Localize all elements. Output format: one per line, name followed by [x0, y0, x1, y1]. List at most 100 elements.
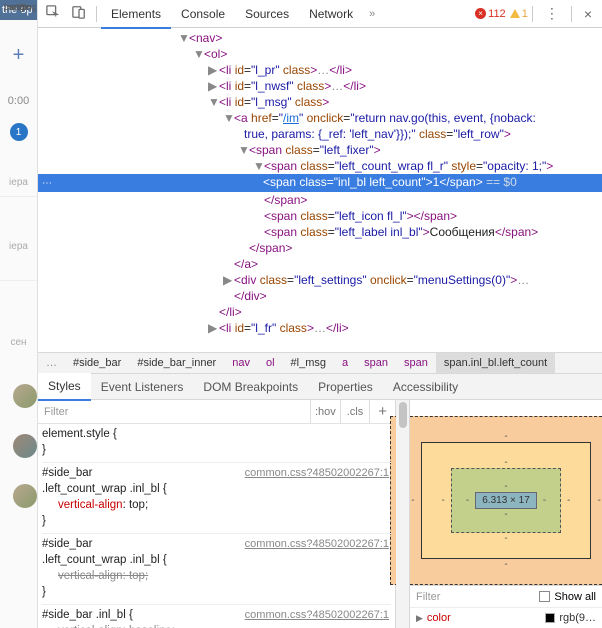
- divider: [96, 6, 97, 22]
- color-swatch-icon[interactable]: [545, 613, 555, 623]
- styles-tab-event-listeners[interactable]: Event Listeners: [91, 374, 194, 400]
- devtools-tab-elements[interactable]: Elements: [101, 1, 171, 29]
- content-size[interactable]: 6.313 × 17: [475, 492, 537, 509]
- elements-dom-tree[interactable]: ▼<nav>▼<ol>▶<li id="l_pr" class>…</li>▶<…: [38, 28, 602, 352]
- css-declaration[interactable]: vertical-align: top;: [42, 568, 391, 584]
- styles-sidebar-tabs[interactable]: StylesEvent ListenersDOM BreakpointsProp…: [38, 374, 602, 400]
- add-button[interactable]: +: [13, 44, 25, 67]
- padding-left-value[interactable]: -: [466, 495, 469, 506]
- breadcrumb-item[interactable]: #l_msg: [283, 353, 334, 373]
- notification-badge[interactable]: 1: [10, 123, 28, 141]
- dom-tree-row[interactable]: ▼<ol>: [38, 46, 602, 62]
- device-toolbar-icon[interactable]: [66, 1, 92, 26]
- margin-left-value[interactable]: -: [411, 495, 414, 506]
- margin-right-value[interactable]: -: [597, 495, 600, 506]
- devtools-tab-network[interactable]: Network: [299, 1, 363, 27]
- border-top-value[interactable]: -: [442, 457, 571, 468]
- dom-tree-row[interactable]: ▶<li id="l_pr" class>…</li>: [38, 62, 602, 78]
- breadcrumb-item[interactable]: span.inl_bl.left_count: [436, 353, 555, 373]
- styles-tab-accessibility[interactable]: Accessibility: [383, 374, 468, 400]
- warning-count[interactable]: 1: [510, 8, 528, 20]
- avatar[interactable]: [13, 384, 37, 408]
- devtools-toolbar: ElementsConsoleSourcesNetwork » ×112 1 ⋮…: [38, 0, 602, 28]
- dom-tree-row[interactable]: <span class="left_icon fl_l"></span>: [38, 208, 602, 224]
- settings-menu-icon[interactable]: ⋮: [537, 5, 567, 22]
- breadcrumb-item[interactable]: #side_bar: [65, 353, 129, 373]
- sidebar-label: іера: [9, 241, 28, 252]
- error-icon: ×: [475, 8, 486, 19]
- dom-tree-row[interactable]: </span>: [38, 192, 602, 208]
- warning-count-value: 1: [522, 8, 528, 20]
- css-declaration[interactable]: vertical-align: baseline;: [42, 623, 391, 628]
- dom-tree-row[interactable]: ▼<span class="left_count_wrap fl_r" styl…: [38, 158, 602, 174]
- scrollbar[interactable]: [396, 400, 410, 628]
- breadcrumb-item[interactable]: span: [356, 353, 396, 373]
- styles-rules-list[interactable]: element.style {}common.css?48502002267:1…: [38, 424, 395, 628]
- divider: [532, 6, 533, 22]
- border-left-value[interactable]: -: [442, 495, 445, 506]
- styles-tab-dom-breakpoints[interactable]: DOM Breakpoints: [193, 374, 308, 400]
- close-devtools-icon[interactable]: ×: [576, 6, 600, 22]
- devtools-tab-console[interactable]: Console: [171, 1, 235, 27]
- css-rule[interactable]: element.style {}: [42, 426, 391, 463]
- devtools-tab-sources[interactable]: Sources: [235, 1, 299, 27]
- breadcrumb-item[interactable]: …: [38, 353, 65, 373]
- styles-filter-bar: Filter :hov .cls +: [38, 400, 395, 424]
- css-rule[interactable]: common.css?48502002267:1#side_bar.left_c…: [42, 465, 391, 534]
- dom-tree-row[interactable]: ⋯<span class="inl_bl left_count">1</span…: [38, 174, 602, 192]
- styles-filter-input[interactable]: Filter: [38, 404, 310, 420]
- dom-tree-row[interactable]: </li>: [38, 304, 602, 320]
- class-toggle[interactable]: .cls: [340, 400, 370, 423]
- breadcrumb-item[interactable]: ol: [258, 353, 283, 373]
- dom-tree-row[interactable]: true, params: {_ref: 'left_nav'}});" cla…: [38, 126, 602, 142]
- dom-tree-row[interactable]: </a>: [38, 256, 602, 272]
- margin-bottom-value[interactable]: -: [411, 559, 601, 570]
- styles-tab-styles[interactable]: Styles: [38, 373, 91, 401]
- disclosure-triangle-icon[interactable]: ▶: [416, 613, 423, 624]
- dom-breadcrumbs[interactable]: …#side_bar#side_bar_innernavol#l_msgaspa…: [38, 352, 602, 374]
- breadcrumb-item[interactable]: #side_bar_inner: [129, 353, 224, 373]
- css-declaration[interactable]: vertical-align: top;: [42, 497, 391, 513]
- border-right-value[interactable]: -: [567, 495, 570, 506]
- padding-right-value[interactable]: -: [543, 495, 546, 506]
- css-rule[interactable]: common.css?48502002267:1#side_bar .inl_b…: [42, 607, 391, 628]
- css-rule[interactable]: common.css?48502002267:1#side_bar.left_c…: [42, 536, 391, 605]
- avatar[interactable]: [13, 484, 37, 508]
- box-model-widget[interactable]: margin - - border - - padding: [410, 400, 602, 585]
- border-bottom-value[interactable]: -: [442, 533, 571, 544]
- dom-tree-row[interactable]: ▼<nav>: [38, 30, 602, 46]
- dom-tree-row[interactable]: ▼<span class="left_fixer">: [38, 142, 602, 158]
- dom-tree-row[interactable]: </div>: [38, 288, 602, 304]
- time-label: 0:00: [8, 95, 29, 107]
- breadcrumb-item[interactable]: a: [334, 353, 356, 373]
- stylesheet-source-link[interactable]: common.css?48502002267:1: [245, 465, 389, 481]
- warning-icon: [510, 9, 520, 18]
- more-tabs-chevron-icon[interactable]: »: [363, 8, 381, 20]
- breadcrumb-item[interactable]: nav: [224, 353, 258, 373]
- dom-tree-row[interactable]: ▼<a href="/im" onclick="return nav.go(th…: [38, 110, 602, 126]
- dom-tree-row[interactable]: </span>: [38, 240, 602, 256]
- dom-tree-row[interactable]: ▶<div class="left_settings" onclick="men…: [38, 272, 602, 288]
- padding-bottom-value[interactable]: -: [466, 509, 546, 520]
- computed-column: margin - - border - - padding: [410, 400, 602, 628]
- padding-top-value[interactable]: -: [466, 481, 546, 492]
- inspect-element-icon[interactable]: [40, 1, 66, 26]
- avatar[interactable]: [13, 434, 37, 458]
- margin-top-value[interactable]: -: [411, 431, 601, 442]
- dom-tree-row[interactable]: ▼<li id="l_msg" class>: [38, 94, 602, 110]
- computed-property-row[interactable]: ▶ color rgb(9…: [410, 607, 602, 628]
- stylesheet-source-link[interactable]: common.css?48502002267:1: [245, 536, 389, 552]
- error-count[interactable]: ×112: [475, 8, 506, 20]
- dom-tree-row[interactable]: ▶<li id="l_fr" class>…</li>: [38, 320, 602, 336]
- styles-bottom-pane: Filter :hov .cls + element.style {}commo…: [38, 400, 602, 628]
- show-all-checkbox[interactable]: [539, 591, 550, 602]
- divider: [571, 6, 572, 22]
- styles-tab-properties[interactable]: Properties: [308, 374, 383, 400]
- hover-state-toggle[interactable]: :hov: [310, 400, 340, 423]
- dom-tree-row[interactable]: <span class="left_label inl_bl">Сообщени…: [38, 224, 602, 240]
- dom-tree-row[interactable]: ▶<li id="l_nwsf" class>…</li>: [38, 78, 602, 94]
- breadcrumb-item[interactable]: span: [396, 353, 436, 373]
- computed-filter-input[interactable]: Filter: [416, 591, 539, 603]
- stylesheet-source-link[interactable]: common.css?48502002267:1: [245, 607, 389, 623]
- scrollbar-thumb[interactable]: [399, 402, 407, 428]
